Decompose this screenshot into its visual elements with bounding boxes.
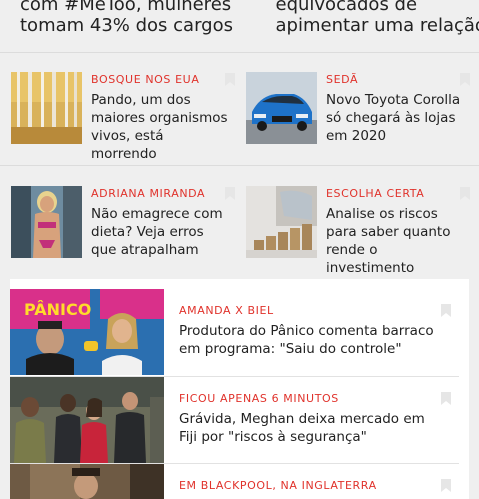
list-category-label: EM BLACKPOOL, NA INGLATERRA [179,479,377,492]
top-headline-right[interactable]: equivocados de apimentar uma relação [240,0,479,52]
list-title[interactable]: Grávida, Meghan deixa mercado em Fiji po… [179,410,444,446]
woman-bikini-photo[interactable] [11,186,82,258]
bookmark-icon[interactable] [460,73,470,86]
bookmark-icon[interactable] [225,73,235,86]
bookmark-icon[interactable] [441,479,451,492]
list-item[interactable]: FICOU APENAS 6 MINUTOS Grávida, Meghan d… [10,377,459,463]
news-card[interactable]: SEDÃ Novo Toyota Corolla só chegará às l… [246,72,470,146]
aspen-forest-photo[interactable] [11,72,82,144]
news-card[interactable]: ESCOLHA CERTA Analise os riscos para sab… [246,186,470,276]
card-category-label: ESCOLHA CERTA [326,187,425,200]
list-category-label: FICOU APENAS 6 MINUTOS [179,392,339,405]
blue-car-photo[interactable] [246,72,317,144]
list-title[interactable]: Produtora do Pânico comenta barraco em p… [179,322,444,358]
bookmark-icon[interactable] [441,392,451,405]
top-headline-left-text: com #MeToo, mulheres tomam 43% dos cargo… [20,0,233,36]
divider [0,165,479,166]
card-category-label: BOSQUE NOS EUA [91,73,200,86]
top-headlines-row: com #MeToo, mulheres tomam 43% dos cargo… [0,0,479,52]
list-item[interactable]: PÂNICO AMANDA X BIEL Produtora do Pânico… [10,289,459,375]
bookmark-icon[interactable] [460,187,470,200]
coins-stack-photo[interactable] [246,186,317,258]
blackpool-photo[interactable] [10,464,164,499]
top-headline-left[interactable]: com #MeToo, mulheres tomam 43% dos cargo… [0,0,240,52]
top-headline-right-text: equivocados de apimentar uma relação [275,0,479,36]
news-card[interactable]: ADRIANA MIRANDA Não emagrece com dieta? … [11,186,235,260]
card-title[interactable]: Não emagrece com dieta? Veja erros que a… [91,205,231,259]
card-title[interactable]: Novo Toyota Corolla só chegará às lojas … [326,91,466,145]
card-title[interactable]: Analise os riscos para saber quanto rend… [326,205,466,277]
card-category-label: ADRIANA MIRANDA [91,187,206,200]
divider [0,52,479,53]
bookmark-icon[interactable] [225,187,235,200]
list-category-label: AMANDA X BIEL [179,304,274,317]
svg-text:PÂNICO: PÂNICO [24,300,91,319]
panico-interview-photo[interactable]: PÂNICO [10,289,164,375]
bookmark-icon[interactable] [441,304,451,317]
card-category-label: SEDÃ [326,73,359,86]
card-title[interactable]: Pando, um dos maiores organismos vivos, … [91,91,231,163]
meghan-crowd-photo[interactable] [10,377,164,463]
news-card[interactable]: BOSQUE NOS EUA Pando, um dos maiores org… [11,72,235,162]
list-item[interactable]: EM BLACKPOOL, NA INGLATERRA [10,464,459,499]
